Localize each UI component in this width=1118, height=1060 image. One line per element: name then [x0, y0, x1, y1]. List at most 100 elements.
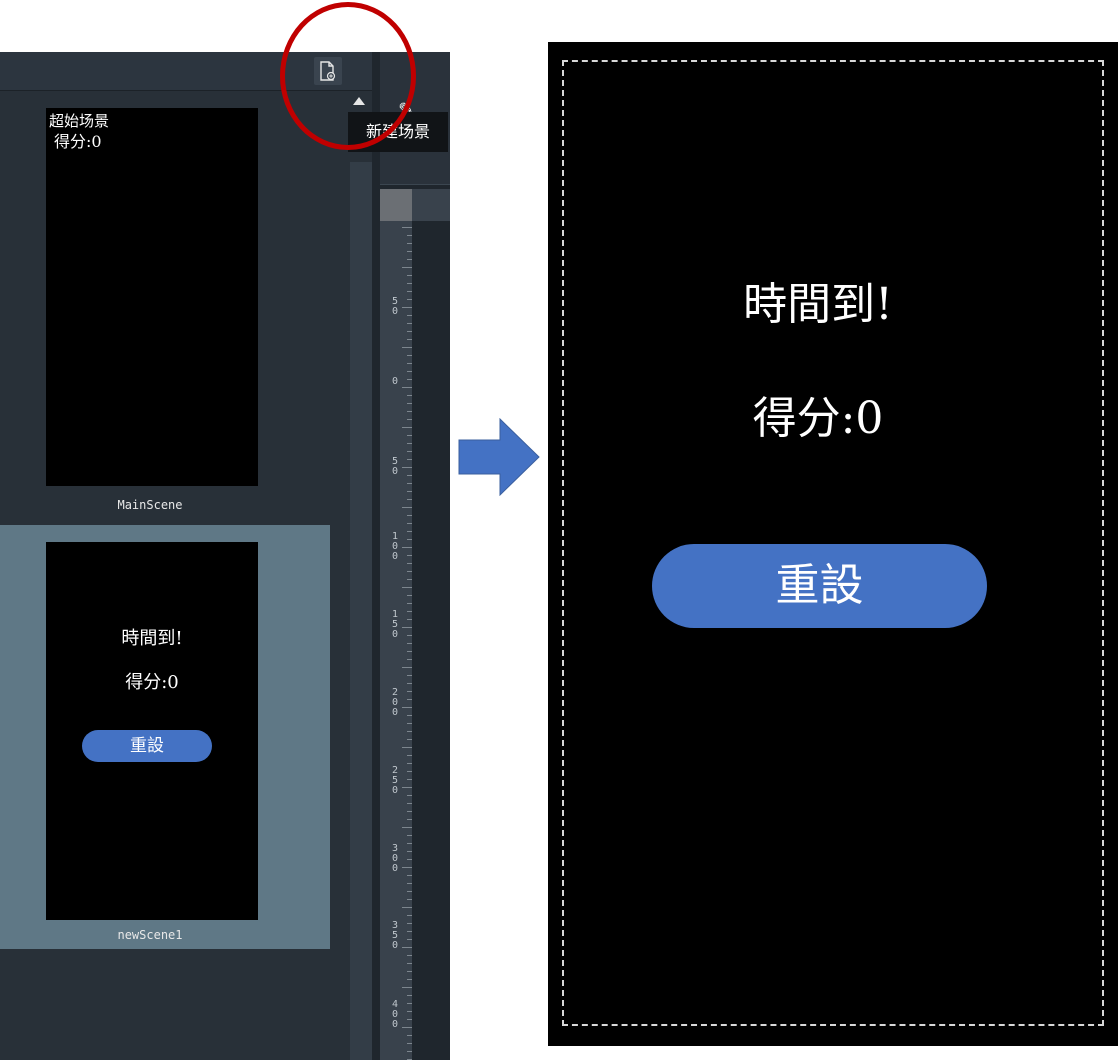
ruler-tick: [407, 691, 412, 692]
ruler-tick: [407, 555, 412, 556]
ruler-tick: [407, 579, 412, 580]
ruler-tick: [407, 611, 412, 612]
ruler-tick: [402, 907, 412, 908]
ruler-tick: [402, 747, 412, 748]
ruler-tick: [407, 603, 412, 604]
ruler-tick: [407, 499, 412, 500]
ruler-tick: [407, 259, 412, 260]
ruler-tick: [407, 523, 412, 524]
ruler-tick: [407, 675, 412, 676]
ruler-tick: [407, 923, 412, 924]
ruler-tick: [407, 955, 412, 956]
ruler-tick: [407, 275, 412, 276]
ruler-tick: [402, 347, 412, 348]
ruler-tick: [402, 427, 412, 428]
thumb-score: 得分:0: [125, 672, 179, 693]
ruler-tick: [407, 1003, 412, 1004]
scene-card-new[interactable]: 時間到! 得分:0 重設 newScene1: [0, 525, 330, 949]
ruler-tick: [407, 459, 412, 460]
ruler-tick: [402, 227, 412, 228]
scene-thumbnail[interactable]: 超始场景 得分:0: [46, 108, 258, 486]
ruler-tick: [407, 963, 412, 964]
ruler-tick: [407, 779, 412, 780]
ruler-tick: [407, 1035, 412, 1036]
ruler-tick: [402, 627, 412, 628]
ruler-tick: [407, 851, 412, 852]
ruler-tick: [407, 539, 412, 540]
ruler-tick: [407, 323, 412, 324]
ruler-tick: [402, 387, 412, 388]
ruler-label: 0: [391, 376, 399, 387]
ruler-tick: [407, 731, 412, 732]
ruler-tick: [407, 475, 412, 476]
ruler-tick: [407, 915, 412, 916]
ruler-tick: [407, 443, 412, 444]
ruler-tick: [407, 371, 412, 372]
scene-name: newScene1: [117, 928, 183, 942]
ruler-tick: [407, 243, 412, 244]
ruler-tick: [402, 987, 412, 988]
scene-editor-panel: 超始场景 得分:0 MainScene 時間到! 得分:0 重設 newScen…: [0, 52, 450, 1060]
ruler-tick: [407, 283, 412, 284]
thumb-score: 得分:0: [54, 132, 102, 151]
ruler-tick: [407, 971, 412, 972]
ruler-tick: [402, 867, 412, 868]
scene-list-scrollbar[interactable]: [350, 162, 372, 1060]
ruler-tick: [407, 515, 412, 516]
ruler-tick: [407, 1043, 412, 1044]
ruler-label: 2 5 0: [391, 765, 399, 796]
ruler-tick: [407, 859, 412, 860]
thumb-reset-button: 重設: [82, 730, 212, 762]
ruler-tick: [407, 251, 412, 252]
scene-thumbnail[interactable]: 時間到! 得分:0 重設: [46, 542, 258, 920]
ruler-tick: [407, 403, 412, 404]
ruler-tick: [402, 947, 412, 948]
ruler-tick: [407, 755, 412, 756]
ruler-tick: [407, 771, 412, 772]
ruler-tick: [402, 547, 412, 548]
ruler-tick: [407, 595, 412, 596]
ruler-tick: [407, 435, 412, 436]
ruler-tick: [407, 1051, 412, 1052]
ruler-tick: [407, 619, 412, 620]
ruler-tick: [407, 811, 412, 812]
ruler-tick: [402, 267, 412, 268]
ruler-tick: [402, 507, 412, 508]
ruler-tick: [407, 699, 412, 700]
ruler-tick: [407, 315, 412, 316]
right-arrow-icon: [458, 418, 540, 496]
ruler-tick: [407, 379, 412, 380]
ruler-tick: [407, 1011, 412, 1012]
ruler-tick: [402, 587, 412, 588]
ruler-tick: [407, 563, 412, 564]
ruler-tick: [407, 1019, 412, 1020]
ruler-label: 1 5 0: [391, 609, 399, 640]
canvas-boundary: [562, 60, 1104, 1026]
ruler-tick: [407, 835, 412, 836]
ruler-tick: [407, 339, 412, 340]
scene-card-main[interactable]: 超始场景 得分:0 MainScene: [0, 91, 330, 521]
ruler-tick: [402, 827, 412, 828]
ruler-label: 4 0 0: [391, 999, 399, 1030]
ruler-tick: [407, 419, 412, 420]
ruler-tick: [407, 659, 412, 660]
ruler-tick: [407, 411, 412, 412]
ruler-tick: [407, 331, 412, 332]
ruler-tick: [407, 571, 412, 572]
ruler-corner: [380, 189, 413, 221]
ruler-tick: [407, 819, 412, 820]
ruler-tick: [407, 531, 412, 532]
reset-button[interactable]: 重設: [652, 544, 987, 628]
ruler-tick: [407, 683, 412, 684]
horizontal-ruler: [412, 189, 450, 221]
ruler-label: 1 0 0: [391, 531, 399, 562]
ruler-tick: [407, 291, 412, 292]
ruler-tick: [407, 491, 412, 492]
ruler-tick: [407, 891, 412, 892]
ruler-tick: [407, 931, 412, 932]
ruler-tick: [402, 1027, 412, 1028]
ruler-tick: [407, 843, 412, 844]
ruler-label: 3 5 0: [391, 920, 399, 951]
ruler-tick: [407, 723, 412, 724]
scene-name: MainScene: [117, 498, 183, 512]
